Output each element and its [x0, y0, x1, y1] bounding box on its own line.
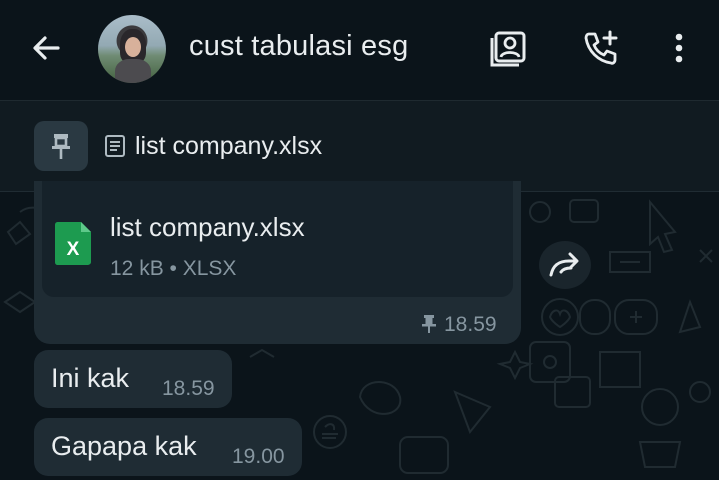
avatar-body: [115, 59, 151, 83]
forward-button[interactable]: [539, 241, 591, 289]
message-text: Ini kak: [51, 363, 130, 393]
avatar-face: [125, 37, 141, 57]
message-text: Gapapa kak: [51, 431, 197, 461]
message-time: 19.00: [232, 445, 285, 468]
pinned-button[interactable]: [34, 121, 88, 171]
file-meta: 12 kB • XLSX: [110, 257, 237, 280]
file-name[interactable]: list company.xlsx: [110, 212, 305, 243]
add-call-icon[interactable]: [581, 28, 621, 68]
pinned-indicator-icon: [422, 315, 436, 333]
xlsx-file-icon: X: [55, 222, 91, 265]
back-arrow-icon[interactable]: [28, 30, 64, 66]
xlsx-icon-letter: X: [67, 239, 80, 260]
message-bubble[interactable]: Ini kak 18.59: [34, 350, 232, 408]
avatar[interactable]: [98, 15, 166, 83]
chat-header: cust tabulasi esg: [0, 0, 719, 101]
contact-card-icon[interactable]: [489, 28, 529, 68]
message-time: 18.59: [444, 313, 497, 336]
message-time: 18.59: [162, 377, 215, 400]
more-vert-icon[interactable]: [659, 28, 699, 68]
forward-icon: [549, 252, 579, 277]
document-icon: [105, 135, 125, 157]
pin-icon: [52, 134, 70, 159]
chat-title[interactable]: cust tabulasi esg: [189, 30, 408, 63]
message-bubble[interactable]: Gapapa kak 19.00: [34, 418, 302, 476]
pinned-message-text[interactable]: list company.xlsx: [135, 132, 322, 161]
